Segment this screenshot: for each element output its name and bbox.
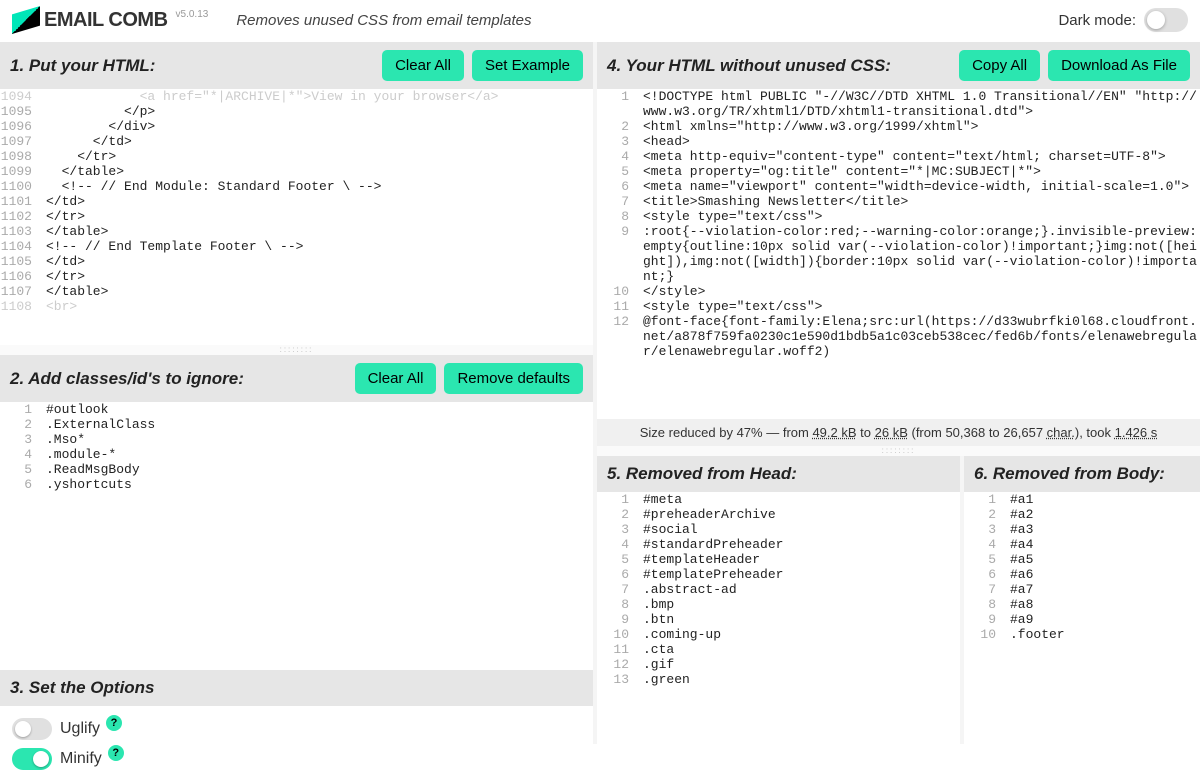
code-line: 4#standardPreheader	[597, 537, 960, 552]
code-line: 6#templatePreheader	[597, 567, 960, 582]
clear-all-button-2[interactable]: Clear All	[355, 363, 437, 394]
set-example-button[interactable]: Set Example	[472, 50, 583, 81]
code-line: 1097 </td>	[0, 134, 593, 149]
app-name: EMAIL COMB	[44, 9, 168, 32]
code-line: 3<head>	[597, 134, 1200, 149]
remove-defaults-button[interactable]: Remove defaults	[444, 363, 583, 394]
code-line: 4#a4	[964, 537, 1200, 552]
output-html-viewer[interactable]: 1<!DOCTYPE html PUBLIC "-//W3C//DTD XHTM…	[597, 89, 1200, 419]
option-label: Minify	[60, 750, 102, 768]
removed-head-list[interactable]: 1#meta2#preheaderArchive3#social4#standa…	[597, 492, 960, 744]
clear-all-button-1[interactable]: Clear All	[382, 50, 464, 81]
code-line: 13.green	[597, 672, 960, 687]
code-line: 3#a3	[964, 522, 1200, 537]
code-line: 10.footer	[964, 627, 1200, 642]
code-line: 1105</td>	[0, 254, 593, 269]
app-tagline: Removes unused CSS from email templates	[236, 12, 531, 29]
code-line: 5#templateHeader	[597, 552, 960, 567]
code-line: 4<meta http-equiv="content-type" content…	[597, 149, 1200, 164]
code-line: 2.ExternalClass	[0, 417, 593, 432]
code-line: 5#a5	[964, 552, 1200, 567]
code-line: 1<!DOCTYPE html PUBLIC "-//W3C//DTD XHTM…	[597, 89, 1200, 119]
code-line: 1095 </p>	[0, 104, 593, 119]
code-line: 1107</table>	[0, 284, 593, 299]
code-line: 1101</td>	[0, 194, 593, 209]
code-line: 1102</tr>	[0, 209, 593, 224]
panel-output-html: 4. Your HTML without unused CSS: Copy Al…	[597, 42, 1200, 456]
panel-removed-head: 5. Removed from Head: 1#meta2#preheaderA…	[597, 456, 964, 744]
option-row: Uglify?	[12, 714, 581, 744]
app-header: EMAIL COMB v5.0.13 Removes unused CSS fr…	[0, 0, 1200, 42]
panel-options: 3. Set the Options Uglify?Minify?	[0, 670, 593, 782]
code-line: 1096 </div>	[0, 119, 593, 134]
panel-3-title: 3. Set the Options	[10, 678, 155, 698]
code-line: 3#social	[597, 522, 960, 537]
panel-5-title: 5. Removed from Head:	[607, 464, 797, 484]
code-line: 1099 </table>	[0, 164, 593, 179]
download-file-button[interactable]: Download As File	[1048, 50, 1190, 81]
uglify-toggle[interactable]	[12, 718, 52, 740]
logo-icon	[12, 6, 40, 34]
code-line: 3.Mso*	[0, 432, 593, 447]
copy-all-button[interactable]: Copy All	[959, 50, 1040, 81]
code-line: 8#a8	[964, 597, 1200, 612]
minify-toggle[interactable]	[12, 748, 52, 770]
logo-group: EMAIL COMB v5.0.13	[12, 6, 208, 34]
panel-input-html: 1. Put your HTML: Clear All Set Example …	[0, 42, 593, 355]
dark-mode-toggle[interactable]	[1144, 8, 1188, 32]
code-line: 1098 </tr>	[0, 149, 593, 164]
code-line: 2#preheaderArchive	[597, 507, 960, 522]
code-line: 1108<br>	[0, 299, 593, 314]
code-line: 1106</tr>	[0, 269, 593, 284]
panel-6-title: 6. Removed from Body:	[974, 464, 1165, 484]
code-line: 9:root{--violation-color:red;--warning-c…	[597, 224, 1200, 284]
app-version: v5.0.13	[176, 9, 209, 20]
option-label: Uglify	[60, 720, 100, 738]
code-line: 6<meta name="viewport" content="width=de…	[597, 179, 1200, 194]
code-line: 10</style>	[597, 284, 1200, 299]
code-line: 5<meta property="og:title" content="*|MC…	[597, 164, 1200, 179]
code-line: 7.abstract-ad	[597, 582, 960, 597]
code-line: 9.btn	[597, 612, 960, 627]
code-line: 1103</table>	[0, 224, 593, 239]
code-line: 11<style type="text/css">	[597, 299, 1200, 314]
code-line: 1#outlook	[0, 402, 593, 417]
help-icon[interactable]: ?	[108, 745, 124, 761]
dark-mode-label: Dark mode:	[1058, 12, 1136, 29]
help-icon[interactable]: ?	[106, 715, 122, 731]
code-line: 4.module-*	[0, 447, 593, 462]
stats-bar: Size reduced by 47% — from 49.2 kB to 26…	[597, 419, 1200, 446]
code-line: 11.cta	[597, 642, 960, 657]
panel-1-title: 1. Put your HTML:	[10, 56, 155, 76]
removed-body-list[interactable]: 1#a12#a23#a34#a45#a56#a67#a78#a89#a910.f…	[964, 492, 1200, 744]
panel-4-title: 4. Your HTML without unused CSS:	[607, 56, 891, 76]
code-line: 12.gif	[597, 657, 960, 672]
panel-removed-body: 6. Removed from Body: 1#a12#a23#a34#a45#…	[964, 456, 1200, 744]
ignore-editor[interactable]: 1#outlook2.ExternalClass3.Mso*4.module-*…	[0, 402, 593, 670]
code-line: 2<html xmlns="http://www.w3.org/1999/xht…	[597, 119, 1200, 134]
drag-handle-1[interactable]: ::::::::	[0, 345, 593, 355]
code-line: 1100 <!-- // End Module: Standard Footer…	[0, 179, 593, 194]
code-line: 1#a1	[964, 492, 1200, 507]
panel-ignore-classes: 2. Add classes/id's to ignore: Clear All…	[0, 355, 593, 670]
code-line: 5.ReadMsgBody	[0, 462, 593, 477]
code-line: 7<title>Smashing Newsletter</title>	[597, 194, 1200, 209]
option-row: Minify?	[12, 744, 581, 774]
code-line: 12@font-face{font-family:Elena;src:url(h…	[597, 314, 1200, 359]
drag-handle-2[interactable]: ::::::::	[597, 446, 1200, 456]
code-line: 6#a6	[964, 567, 1200, 582]
code-line: 1#meta	[597, 492, 960, 507]
code-line: 8<style type="text/css">	[597, 209, 1200, 224]
input-html-editor[interactable]: 1094 <a href="*|ARCHIVE|*">View in your …	[0, 89, 593, 345]
code-line: 1094 <a href="*|ARCHIVE|*">View in your …	[0, 89, 593, 104]
code-line: 1104<!-- // End Template Footer \ -->	[0, 239, 593, 254]
code-line: 7#a7	[964, 582, 1200, 597]
code-line: 8.bmp	[597, 597, 960, 612]
code-line: 2#a2	[964, 507, 1200, 522]
code-line: 10.coming-up	[597, 627, 960, 642]
code-line: 6.yshortcuts	[0, 477, 593, 492]
code-line: 9#a9	[964, 612, 1200, 627]
panel-2-title: 2. Add classes/id's to ignore:	[10, 369, 244, 389]
